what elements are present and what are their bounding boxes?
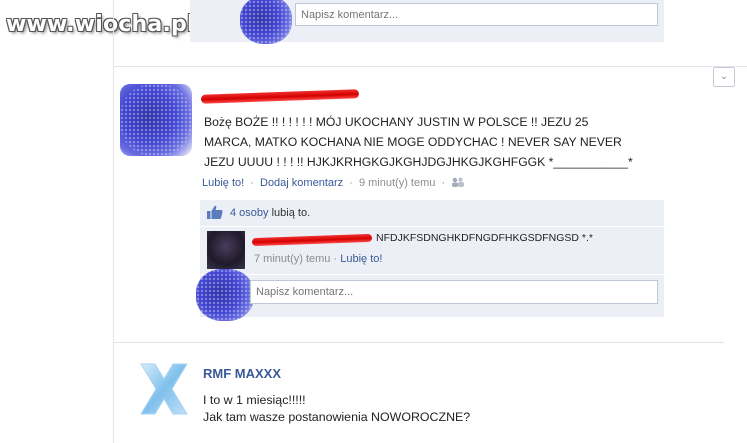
- post-author-avatar[interactable]: [120, 84, 192, 156]
- comment-text: NFDJKFSDNGHKDFNGDFHKGSDFNGSD *.*: [376, 232, 594, 244]
- chevron-down-icon: ⌄: [719, 71, 729, 82]
- comment-like-link[interactable]: Lubię to!: [340, 253, 382, 265]
- post-options-button[interactable]: ⌄: [713, 67, 735, 87]
- post-message: Bożę BOŻE !! ! ! ! ! ! MÓJ UKOCHANY JUST…: [204, 115, 633, 169]
- rmf-maxxx-avatar[interactable]: [135, 360, 193, 418]
- post-timestamp[interactable]: 9 minut(y) temu: [359, 177, 435, 189]
- commenter-name-redacted[interactable]: [251, 233, 373, 247]
- previous-post-comment-composer: [190, 0, 664, 44]
- post-separator: [113, 342, 724, 343]
- post-actions: Lubię to! · Dodaj komentarz · 9 minut(y)…: [202, 177, 465, 189]
- comment-input[interactable]: [295, 3, 658, 26]
- like-link[interactable]: Lubię to!: [202, 177, 244, 189]
- post-separator: [113, 66, 747, 67]
- site-watermark: www.wiocha.pl: [6, 12, 195, 37]
- separator: ·: [333, 253, 338, 265]
- write-comment-box: [196, 269, 664, 321]
- likes-text: 4 osoby lubią to.: [230, 207, 310, 219]
- post-message-line: I to w 1 miesiąc!!!!!: [203, 393, 306, 407]
- likes-summary: 4 osoby lubią to.: [200, 200, 664, 226]
- post-message-line: Jak tam wasze postanowienia NOWOROCZNE?: [203, 410, 471, 424]
- composer-avatar: [240, 0, 292, 44]
- separator: ·: [250, 177, 254, 189]
- thumbs-up-icon: [207, 205, 223, 219]
- comment-input[interactable]: [250, 280, 658, 304]
- comment-meta: 7 minut(y) temu · Lubię to!: [254, 253, 382, 265]
- post-author-name-redacted[interactable]: [200, 89, 360, 104]
- separator: ·: [441, 177, 446, 189]
- composer-avatar: [196, 269, 254, 321]
- likes-suffix: lubią to.: [271, 207, 311, 219]
- friends-audience-icon: [452, 177, 465, 187]
- commenter-avatar[interactable]: [207, 231, 245, 269]
- likes-count-link[interactable]: 4 osoby: [230, 207, 269, 219]
- comment-item: NFDJKFSDNGHKDFNGDFHKGSDFNGSD *.* 7 minut…: [200, 227, 664, 274]
- add-comment-link[interactable]: Dodaj komentarz: [260, 177, 343, 189]
- comment-timestamp[interactable]: 7 minut(y) temu: [254, 253, 330, 265]
- separator: ·: [349, 177, 353, 189]
- post-author-name[interactable]: RMF MAXXX: [203, 366, 281, 381]
